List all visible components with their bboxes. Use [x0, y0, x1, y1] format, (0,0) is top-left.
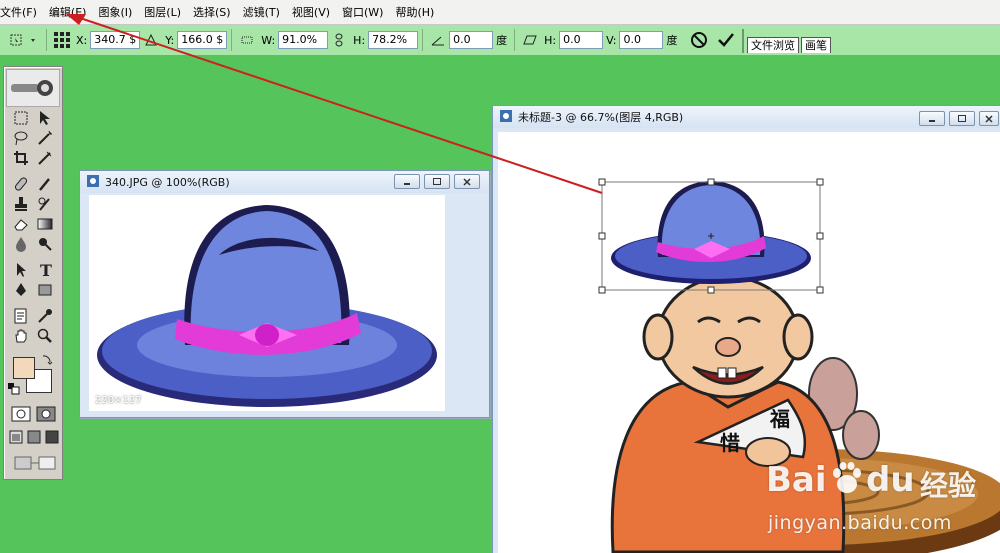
menu-image[interactable]: 图象(I) — [98, 0, 139, 25]
eyedropper-tool-icon[interactable] — [35, 307, 55, 325]
rotate-angle-icon — [429, 31, 447, 49]
screen-mode-full-menu-icon[interactable] — [26, 429, 42, 445]
notes-tool-icon[interactable] — [11, 307, 31, 325]
y-position-input[interactable]: 166.0 $ — [177, 31, 228, 49]
eraser-tool-icon[interactable] — [11, 215, 31, 233]
w-label: W: — [261, 33, 276, 47]
reference-point-icon[interactable] — [53, 31, 71, 49]
move-tool-icon[interactable] — [35, 109, 55, 127]
swap-colors-icon[interactable] — [40, 353, 54, 365]
width-input[interactable]: 91.0% — [278, 31, 329, 49]
screen-mode-standard-icon[interactable] — [8, 429, 24, 445]
jump-to-imageready-icon[interactable] — [12, 453, 58, 473]
skew-unit: 度 — [666, 34, 678, 47]
slice-tool-icon[interactable] — [35, 149, 55, 167]
watermark-cn: 经验 — [920, 469, 977, 502]
close-button[interactable] — [454, 174, 480, 189]
dodge-tool-icon[interactable] — [35, 235, 55, 253]
menu-filter[interactable]: 滤镜(T) — [243, 0, 287, 25]
quick-mask-mode-icon[interactable] — [35, 405, 57, 423]
delta-icon — [142, 31, 160, 49]
cancel-transform-icon[interactable] — [690, 31, 708, 49]
hat-image — [97, 205, 437, 407]
y-label: Y: — [165, 33, 175, 47]
separator — [231, 29, 233, 51]
width-icon — [238, 31, 256, 49]
height-input[interactable]: 78.2% — [368, 31, 419, 49]
brush-tool-icon[interactable] — [35, 175, 55, 193]
type-tool-icon[interactable]: T — [35, 261, 55, 279]
menu-window[interactable]: 窗口(W) — [342, 0, 390, 25]
minimize-button[interactable] — [394, 174, 420, 189]
healing-brush-tool-icon[interactable] — [11, 175, 31, 193]
skew-h-input[interactable]: 0.0 — [559, 31, 604, 49]
document-icon — [86, 174, 100, 191]
hand-tool-icon[interactable] — [11, 327, 31, 345]
baidu-jingyan-watermark: Bai du 经验 jingyan.baidu.com — [762, 440, 1000, 550]
blur-tool-icon[interactable] — [11, 235, 31, 253]
angle-unit: 度 — [496, 34, 508, 47]
rectangle-tool-icon[interactable] — [35, 281, 55, 299]
menu-edit[interactable]: 编辑(E) — [49, 0, 94, 25]
watermark-url: jingyan.baidu.com — [768, 512, 952, 534]
crop-tool-icon[interactable] — [11, 149, 31, 167]
zoom-tool-icon[interactable] — [35, 327, 55, 345]
menu-layer[interactable]: 图层(L) — [144, 0, 188, 25]
magic-wand-tool-icon[interactable] — [35, 129, 55, 147]
x-position-input[interactable]: 340.7 $ — [90, 31, 141, 49]
image-dimensions-label: 220×127 — [95, 395, 142, 406]
separator — [422, 29, 424, 51]
menu-help[interactable]: 帮助(H) — [395, 0, 441, 25]
h-label: H: — [353, 33, 366, 47]
x-label: X: — [76, 33, 88, 47]
close-button[interactable] — [979, 111, 999, 126]
tool-preset-icon[interactable] — [6, 31, 40, 49]
separator — [514, 29, 516, 51]
tab-brushes[interactable]: 画笔 — [801, 37, 831, 53]
document-title: 未标题-3 @ 66.7%(图层 4,RGB) — [518, 111, 684, 124]
menu-select[interactable]: 选择(S) — [193, 0, 238, 25]
gradient-tool-icon[interactable] — [35, 215, 55, 233]
skew-icon — [521, 31, 539, 49]
options-bar: X: 340.7 $ Y: 166.0 $ W: 91.0% H: 78.2% … — [0, 25, 1000, 55]
fan-char-1: 惜 — [720, 431, 740, 455]
history-brush-tool-icon[interactable] — [35, 195, 55, 213]
screen-mode-full-icon[interactable] — [44, 429, 60, 445]
rotate-angle-input[interactable]: 0.0 — [449, 31, 494, 49]
commit-transform-icon[interactable] — [717, 31, 735, 49]
toolbox: T — [3, 66, 63, 480]
skew-v-label: V: — [606, 33, 617, 47]
document-icon — [499, 109, 513, 126]
palette-well: 文件浏览 画笔 — [742, 29, 1000, 53]
document-window-340jpg[interactable]: 340.JPG @ 100%(RGB) 220×127 — [79, 170, 490, 418]
tab-file-browser[interactable]: 文件浏览 — [747, 37, 799, 53]
maximize-button[interactable] — [424, 174, 450, 189]
marquee-tool-icon[interactable] — [11, 109, 31, 127]
toolbox-header-logo[interactable] — [6, 69, 60, 107]
maximize-button[interactable] — [949, 111, 975, 126]
baidu-paw-icon — [830, 462, 864, 499]
foreground-color-swatch[interactable] — [13, 357, 35, 379]
watermark-brand-a: Bai — [766, 460, 827, 500]
standard-mode-icon[interactable] — [10, 405, 32, 423]
svg-text:T: T — [40, 262, 52, 278]
download-icon[interactable] — [423, 390, 437, 407]
fan-char-2: 福 — [769, 407, 790, 431]
minimize-button[interactable] — [919, 111, 945, 126]
clone-stamp-tool-icon[interactable] — [11, 195, 31, 213]
pen-tool-icon[interactable] — [11, 281, 31, 299]
separator — [46, 29, 47, 51]
default-colors-icon[interactable] — [8, 383, 20, 395]
menu-file[interactable]: 文件(F) — [0, 0, 44, 25]
menu-bar: 文件(F) 编辑(E) 图象(I) 图层(L) 选择(S) 滤镜(T) 视图(V… — [0, 0, 1000, 25]
link-icon[interactable] — [330, 31, 348, 49]
skew-v-input[interactable]: 0.0 — [619, 31, 664, 49]
watermark-brand-b: du — [866, 460, 915, 500]
path-selection-tool-icon[interactable] — [11, 261, 31, 279]
document-title: 340.JPG @ 100%(RGB) — [105, 175, 230, 189]
menu-view[interactable]: 视图(V) — [292, 0, 337, 25]
document-canvas[interactable]: 220×127 — [89, 195, 445, 411]
skew-h-label: H: — [544, 33, 557, 47]
lasso-tool-icon[interactable] — [11, 129, 31, 147]
